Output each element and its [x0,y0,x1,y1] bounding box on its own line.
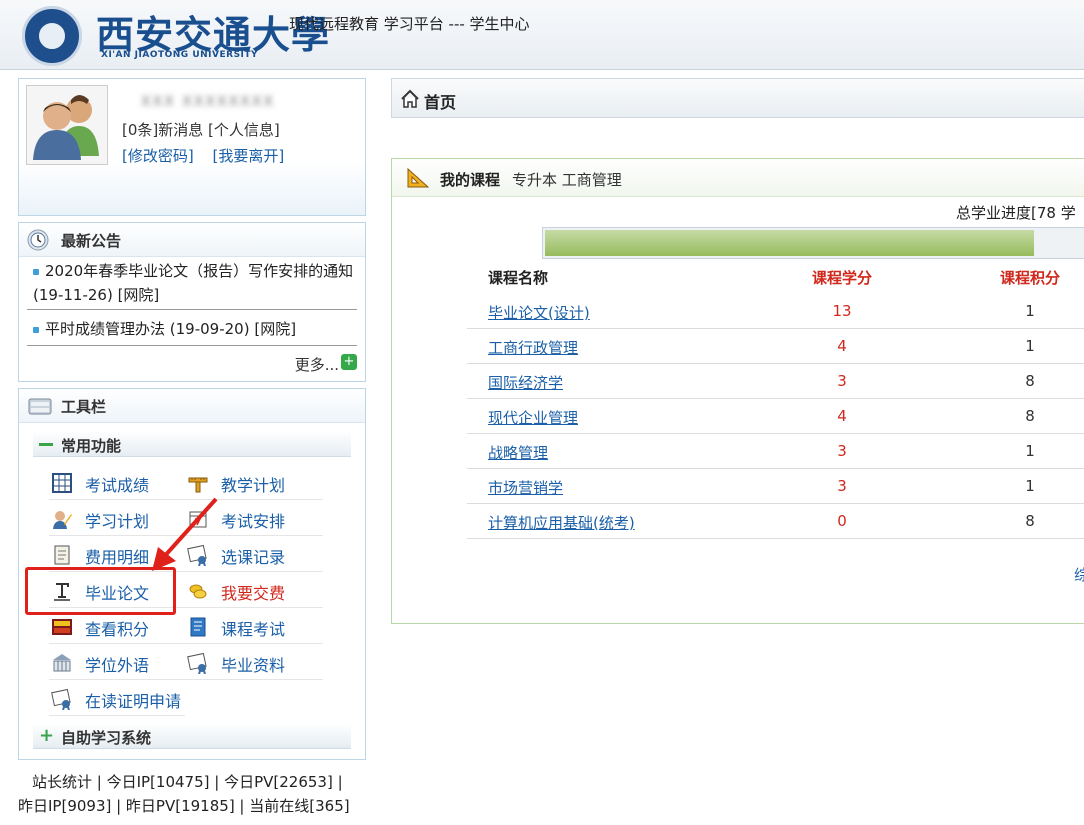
university-emblem-icon [22,6,82,66]
scroll-icon [54,545,70,565]
course-credit: 3 [837,442,847,460]
course-table: 课程名称 课程学分 课程积分 毕业论文(设计) 13 1 工商行政管理 4 1 … [467,259,1084,539]
tool-enrollment-certificate[interactable]: 在读证明申请 [49,682,185,716]
courses-header: 我的课程 专升本 工商管理 [392,159,1084,197]
overall-progress-label: 总学业进度[78 学 [956,204,1076,222]
course-score: 1 [1025,337,1035,355]
course-credit: 4 [837,407,847,425]
course-name-link[interactable]: 毕业论文(设计) [488,302,590,323]
course-credit: 0 [837,512,847,530]
site-statistics: 站长统计 | 今日IP[10475] | 今日PV[22653] | 昨日IP[… [18,773,350,815]
message-info[interactable]: [0条]新消息 [个人信息] [122,119,280,140]
expand-icon: + [39,725,55,746]
tools-header: 工具栏 [19,389,365,423]
tool-graduation-materials[interactable]: 毕业资料 [185,646,323,680]
more-link[interactable]: 更多... + [295,354,357,375]
bullet-icon [33,326,39,333]
table-row: 毕业论文(设计) 13 1 [467,294,1084,329]
user-links: [修改密码] [我要离开] [122,145,298,166]
certificate-icon [187,652,207,674]
course-score: 8 [1025,407,1035,425]
breadcrumb-home[interactable]: 首页 [424,89,456,113]
notice-title: 最新公告 [61,232,122,250]
notice-item[interactable]: 2020年春季毕业论文（报告）写作安排的通知 (19-11-26) [网院] [33,259,363,307]
group-self-learning[interactable]: + 自助学习系统 [33,723,351,749]
course-name-link[interactable]: 市场营销学 [488,477,563,498]
university-logo-english: XI'AN JIAOTONG UNIVERSITY [101,50,259,60]
ruler-icon [188,477,208,493]
clock-icon [27,229,49,251]
notice-item[interactable]: 平时成绩管理办法 (19-09-20) [网院] [33,317,363,341]
site-header: 西安交通大學 XI'AN JIAOTONG UNIVERSITY 现代远程教育 … [0,0,1084,70]
tool-course-exam[interactable]: 课程考试 [185,610,323,644]
table-row: 战略管理 3 1 [467,434,1084,469]
courses-title: 我的课程 [440,171,501,189]
logout-link[interactable]: [我要离开] [213,147,285,165]
pencil-user-icon [53,511,72,529]
course-credit: 3 [837,372,847,390]
course-name-link[interactable]: 国际经济学 [488,372,563,393]
course-credit: 4 [837,337,847,355]
arrow-annotation-icon [152,497,218,571]
courses-program: 专升本 工商管理 [512,171,622,189]
my-courses-panel: 我的课程 专升本 工商管理 总学业进度[78 学 课程名称 课程学分 课程积分 … [391,158,1084,624]
divider [27,345,357,346]
set-square-icon [407,167,430,188]
column-header-credit: 课程学分 [811,269,872,287]
table-row: 现代企业管理 4 8 [467,399,1084,434]
course-score: 1 [1025,477,1035,495]
book-icon [190,617,206,637]
course-credit: 13 [832,302,852,320]
notice-panel: 最新公告 2020年春季毕业论文（报告）写作安排的通知 (19-11-26) [… [18,222,366,382]
table-header-row: 课程名称 课程学分 课程积分 [467,259,1084,294]
course-score: 8 [1025,512,1035,530]
tool-degree-language[interactable]: 学位外语 [49,646,185,680]
coins-icon [189,584,207,599]
divider [27,309,357,310]
user-panel: XXX XXXXXXXX [0条]新消息 [个人信息] [修改密码] [我要离开… [18,78,366,216]
bullet-icon [33,268,39,275]
course-score: 8 [1025,372,1035,390]
overall-progress-bar [542,227,1084,259]
course-name-link[interactable]: 工商行政管理 [488,337,578,358]
tools-title: 工具栏 [61,398,107,416]
avatar [26,85,108,165]
partial-link[interactable]: 综 [1074,564,1084,585]
breadcrumb: 首页 [391,78,1084,118]
course-credit: 3 [837,477,847,495]
course-score: 1 [1025,302,1035,320]
table-row: 国际经济学 3 8 [467,364,1084,399]
tool-view-points[interactable]: 查看积分 [49,610,185,644]
tool-pay-fees[interactable]: 我要交费 [185,574,323,608]
course-name-link[interactable]: 现代企业管理 [488,407,578,428]
course-name-link[interactable]: 计算机应用基础(统考) [488,512,635,533]
table-row: 市场营销学 3 1 [467,469,1084,504]
column-header-score: 课程积分 [999,269,1060,287]
course-score: 1 [1025,442,1035,460]
building-icon [53,654,71,672]
toolbar-icon [28,398,52,415]
notice-header: 最新公告 [19,223,365,257]
user-name: XXX XXXXXXXX [141,94,275,110]
home-icon [401,89,419,108]
course-name-link[interactable]: 战略管理 [488,442,548,463]
progress-fill [545,230,1034,256]
grid-icon [52,473,72,493]
table-row: 计算机应用基础(统考) 0 8 [467,504,1084,539]
table-row: 工商行政管理 4 1 [467,329,1084,364]
score-icon [52,619,72,635]
collapse-icon [39,443,53,446]
certificate-icon [51,688,71,710]
platform-title: 现代远程教育 学习平台 --- 学生中心 [289,15,530,33]
change-password-link[interactable]: [修改密码] [122,147,194,165]
group-common-functions[interactable]: 常用功能 [33,431,351,457]
plus-icon: + [341,354,357,370]
column-header-name: 课程名称 [488,269,549,287]
